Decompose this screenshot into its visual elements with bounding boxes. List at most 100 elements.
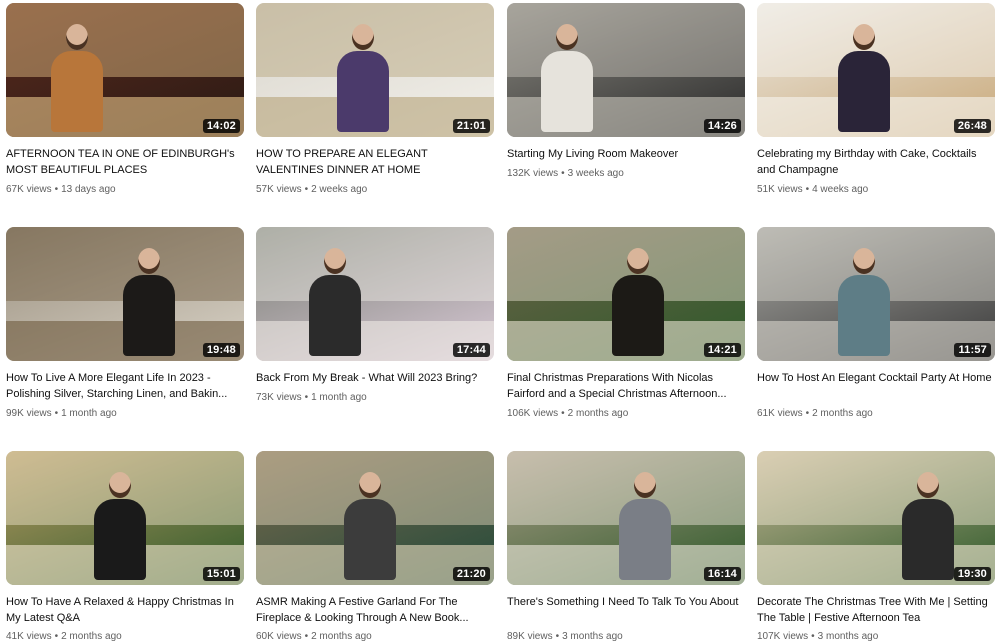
separator-dot: • xyxy=(304,392,309,403)
video-card[interactable]: 14:02 AFTERNOON TEA IN ONE OF EDINBURGH'… xyxy=(6,3,244,195)
video-thumbnail[interactable]: 14:21 xyxy=(507,227,745,361)
video-thumbnail[interactable]: 21:20 xyxy=(256,451,494,585)
video-card[interactable]: 26:48 Celebrating my Birthday with Cake,… xyxy=(757,3,995,195)
video-title[interactable]: How To Live A More Elegant Life In 2023 … xyxy=(6,370,244,402)
person-body xyxy=(838,51,891,132)
view-count: 99K views xyxy=(6,408,52,419)
video-thumbnail[interactable]: 17:44 xyxy=(256,227,494,361)
video-card[interactable]: 11:57 How To Host An Elegant Cocktail Pa… xyxy=(757,227,995,419)
view-count: 60K views xyxy=(256,631,302,641)
video-thumbnail[interactable]: 14:02 xyxy=(6,3,244,137)
view-count: 107K views xyxy=(757,631,809,641)
person-body xyxy=(619,499,672,580)
duration-badge: 26:48 xyxy=(953,119,991,133)
duration-badge: 14:26 xyxy=(703,119,741,133)
video-card[interactable]: 19:30 Decorate The Christmas Tree With M… xyxy=(757,451,995,641)
video-title[interactable]: How To Have A Relaxed & Happy Christmas … xyxy=(6,594,244,626)
video-title[interactable]: There's Something I Need To Talk To You … xyxy=(507,594,745,610)
upload-age: 2 weeks ago xyxy=(311,184,368,195)
video-title[interactable]: ASMR Making A Festive Garland For The Fi… xyxy=(256,594,494,626)
video-title[interactable]: Final Christmas Preparations With Nicola… xyxy=(507,370,745,402)
upload-age: 2 months ago xyxy=(61,631,122,641)
video-title[interactable]: How To Host An Elegant Cocktail Party At… xyxy=(757,370,995,386)
upload-age: 3 months ago xyxy=(817,631,879,641)
video-thumbnail[interactable]: 19:48 xyxy=(6,227,244,361)
video-meta: 57K views • 2 weeks ago xyxy=(256,183,367,197)
separator-dot: • xyxy=(805,408,810,419)
person-body xyxy=(838,275,891,356)
separator-dot: • xyxy=(54,184,59,195)
video-thumbnail[interactable]: 15:01 xyxy=(6,451,244,585)
video-meta: 60K views • 2 months ago xyxy=(256,630,372,641)
video-thumbnail[interactable]: 14:26 xyxy=(507,3,745,137)
person-body xyxy=(611,275,664,356)
person-body xyxy=(94,499,147,580)
separator-dot: • xyxy=(811,631,815,641)
duration-badge: 17:44 xyxy=(452,343,490,357)
video-card[interactable]: 19:48 How To Live A More Elegant Life In… xyxy=(6,227,244,419)
video-title[interactable]: Starting My Living Room Makeover xyxy=(507,146,745,162)
video-title[interactable]: Celebrating my Birthday with Cake, Cockt… xyxy=(757,146,995,178)
video-thumbnail[interactable]: 19:30 xyxy=(757,451,995,585)
view-count: 89K views xyxy=(507,631,553,641)
view-count: 51K views xyxy=(757,184,803,195)
duration-badge: 21:20 xyxy=(452,567,490,581)
upload-age: 3 months ago xyxy=(562,631,623,641)
person-body xyxy=(902,499,955,580)
video-title[interactable]: HOW TO PREPARE AN ELEGANT VALENTINES DIN… xyxy=(256,146,494,178)
video-meta: 51K views • 4 weeks ago xyxy=(757,183,868,197)
video-card[interactable]: 16:14 There's Something I Need To Talk T… xyxy=(507,451,745,641)
separator-dot: • xyxy=(54,631,59,641)
duration-badge: 15:01 xyxy=(202,567,240,581)
video-meta: 89K views • 3 months ago xyxy=(507,630,623,641)
separator-dot: • xyxy=(54,408,59,419)
video-card[interactable]: 17:44 Back From My Break - What Will 202… xyxy=(256,227,494,403)
separator-dot: • xyxy=(805,184,810,195)
video-meta: 106K views • 2 months ago xyxy=(507,407,628,421)
view-count: 132K views xyxy=(507,168,559,179)
video-meta: 73K views • 1 month ago xyxy=(256,391,367,405)
video-thumbnail[interactable]: 16:14 xyxy=(507,451,745,585)
video-title[interactable]: Back From My Break - What Will 2023 Brin… xyxy=(256,370,494,386)
separator-dot: • xyxy=(561,408,565,419)
video-thumbnail[interactable]: 21:01 xyxy=(256,3,494,137)
video-thumbnail[interactable]: 26:48 xyxy=(757,3,995,137)
upload-age: 2 months ago xyxy=(567,408,629,419)
view-count: 41K views xyxy=(6,631,52,641)
upload-age: 2 months ago xyxy=(812,408,873,419)
person-body xyxy=(344,499,397,580)
person-body xyxy=(308,275,361,356)
video-meta: 61K views • 2 months ago xyxy=(757,407,873,421)
video-title[interactable]: Decorate The Christmas Tree With Me | Se… xyxy=(757,594,995,626)
video-meta: 67K views • 13 days ago xyxy=(6,183,116,197)
person-head xyxy=(555,24,578,51)
duration-badge: 11:57 xyxy=(954,343,991,357)
video-meta: 99K views • 1 month ago xyxy=(6,407,117,421)
separator-dot: • xyxy=(304,631,309,641)
video-card[interactable]: 21:20 ASMR Making A Festive Garland For … xyxy=(256,451,494,641)
upload-age: 1 month ago xyxy=(311,392,367,403)
video-card[interactable]: 14:21 Final Christmas Preparations With … xyxy=(507,227,745,419)
thumbnail-backdrop xyxy=(757,451,995,525)
duration-badge: 14:02 xyxy=(202,119,240,133)
duration-badge: 19:30 xyxy=(953,567,991,581)
person-body xyxy=(540,51,593,132)
view-count: 67K views xyxy=(6,184,52,195)
thumbnail-backdrop xyxy=(6,3,244,77)
video-card[interactable]: 15:01 How To Have A Relaxed & Happy Chri… xyxy=(6,451,244,641)
video-card[interactable]: 21:01 HOW TO PREPARE AN ELEGANT VALENTIN… xyxy=(256,3,494,195)
video-card[interactable]: 14:26 Starting My Living Room Makeover 1… xyxy=(507,3,745,179)
duration-badge: 16:14 xyxy=(703,567,741,581)
view-count: 57K views xyxy=(256,184,302,195)
upload-age: 3 weeks ago xyxy=(567,168,624,179)
upload-age: 13 days ago xyxy=(61,184,116,195)
video-title[interactable]: AFTERNOON TEA IN ONE OF EDINBURGH's MOST… xyxy=(6,146,244,178)
person-body xyxy=(51,51,104,132)
view-count: 73K views xyxy=(256,392,302,403)
video-thumbnail[interactable]: 11:57 xyxy=(757,227,995,361)
person-body xyxy=(122,275,175,356)
person-body xyxy=(337,51,390,132)
duration-badge: 19:48 xyxy=(202,343,240,357)
view-count: 61K views xyxy=(757,408,803,419)
video-meta: 41K views • 2 months ago xyxy=(6,630,122,641)
